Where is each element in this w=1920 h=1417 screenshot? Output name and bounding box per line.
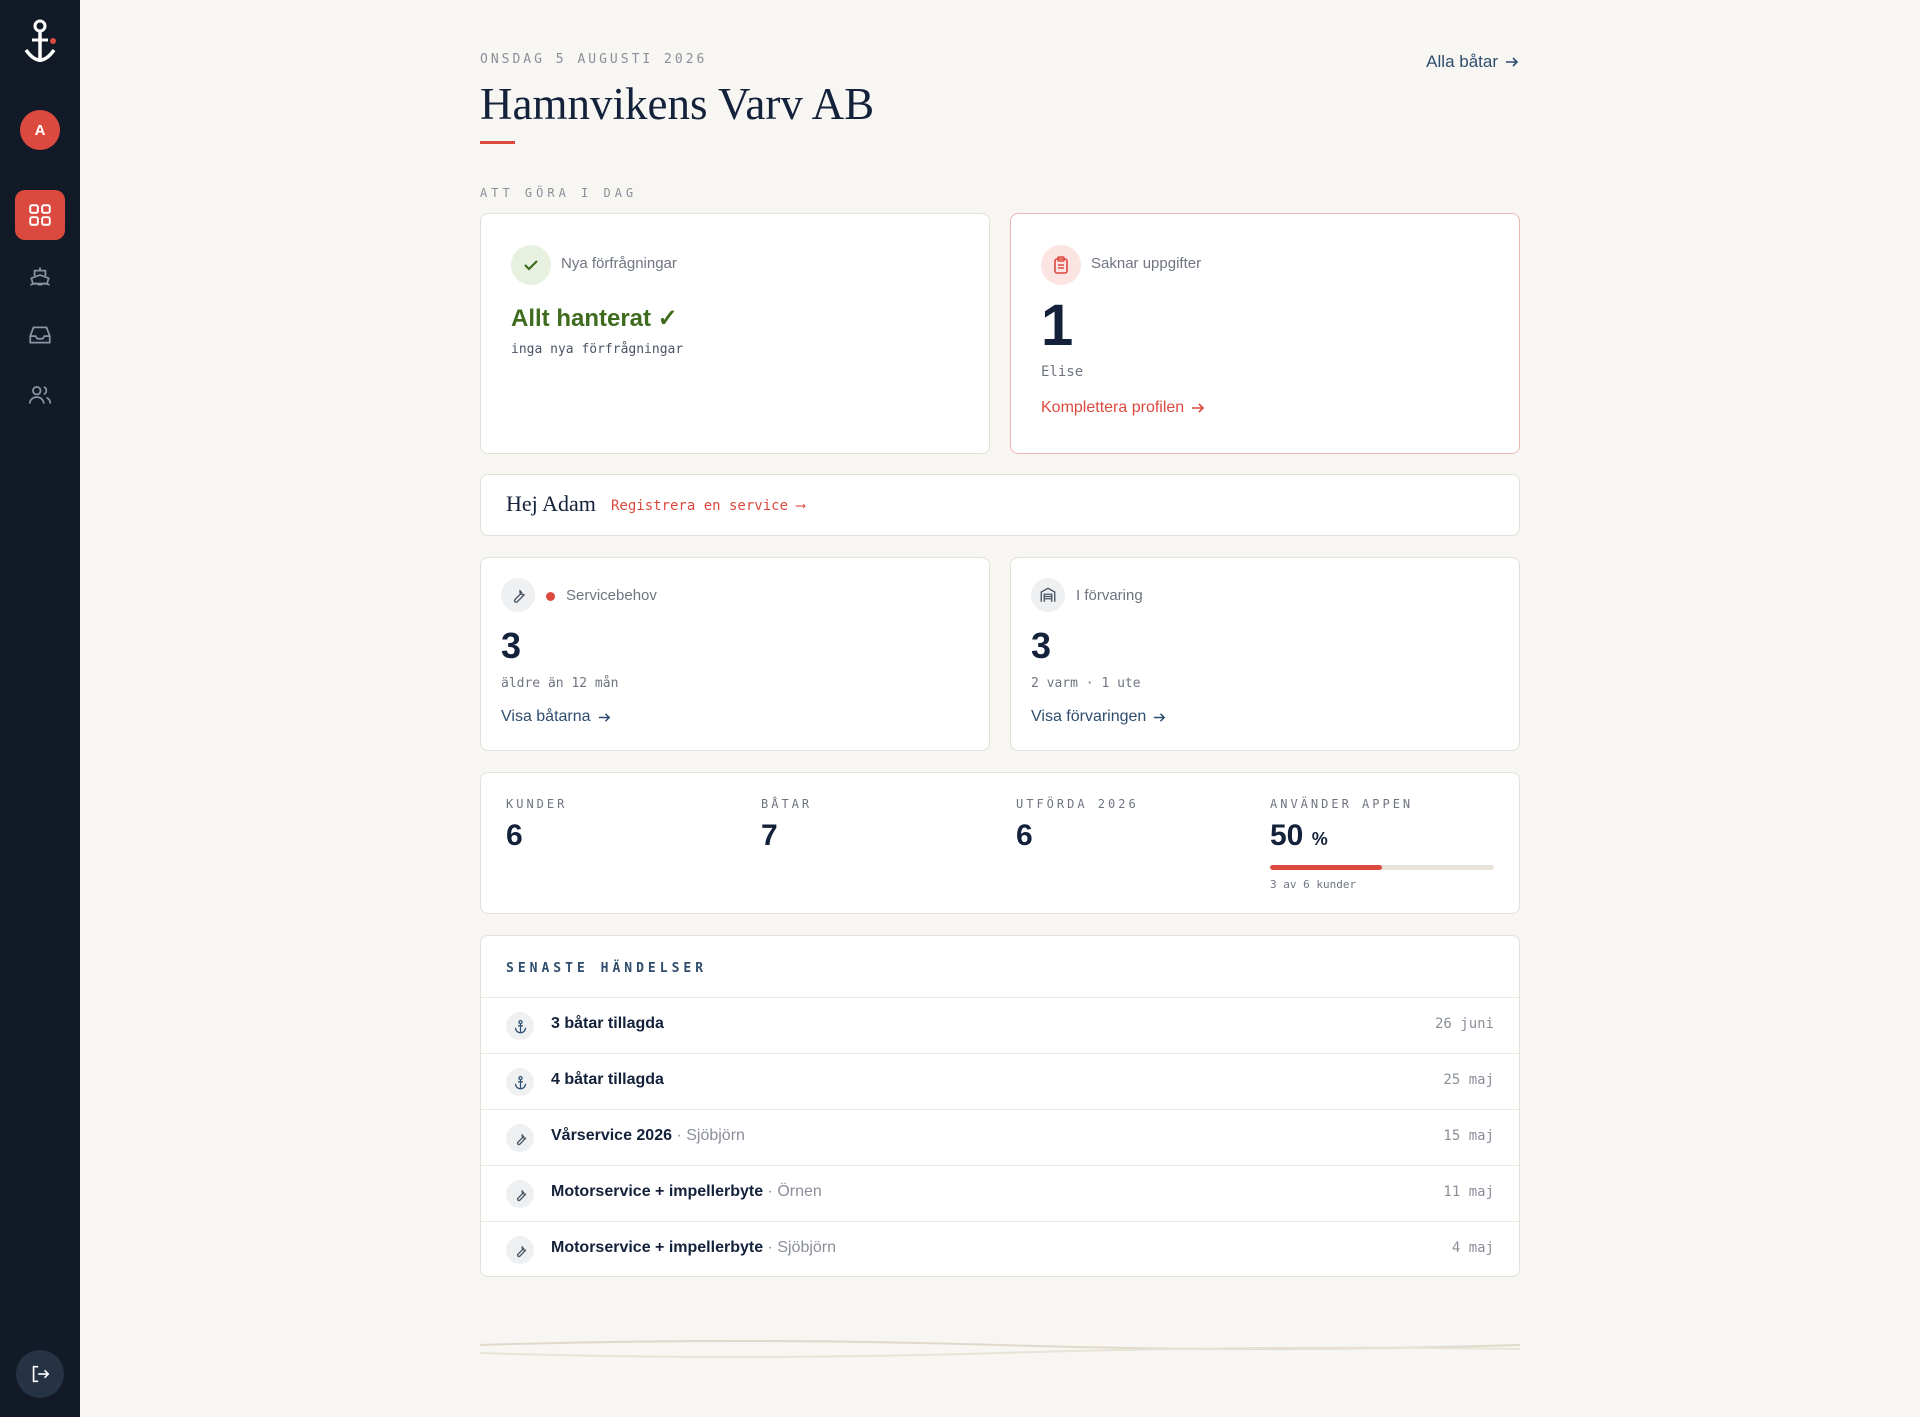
event-row[interactable]: Motorservice + impellerbyte · Örnen 11 ma… <box>481 1165 1519 1221</box>
customers-label: KUNDER <box>506 797 568 811</box>
missing-info-label: Saknar uppgifter <box>1091 255 1202 272</box>
warehouse-icon <box>1031 578 1065 612</box>
requests-status: Allt hanterat ✓ <box>511 305 678 332</box>
title-underline <box>480 141 515 144</box>
event-title: Motorservice + impellerbyte <box>551 1239 764 1256</box>
event-text: 3 båtar tillagda <box>551 1015 664 1033</box>
event-row[interactable]: 4 båtar tillagda 25 maj <box>481 1053 1519 1109</box>
service-card: Servicebehov 3 äldre än 12 mån Visa båta… <box>480 557 990 751</box>
event-title: 3 båtar tillagda <box>551 1015 664 1032</box>
app-usage-progress-fill <box>1270 865 1382 870</box>
event-date: 11 maj <box>1443 1184 1494 1200</box>
check-icon <box>511 245 551 285</box>
arrow-right-icon <box>1192 403 1205 413</box>
wrench-icon <box>506 1236 534 1264</box>
greeting-bar: Hej Adam Registrera en service ⟶ <box>480 474 1520 536</box>
storage-sub: 2 varm · 1 ute <box>1031 676 1141 691</box>
app-usage-value: 50 % <box>1270 819 1328 853</box>
event-title: 4 båtar tillagda <box>551 1071 664 1088</box>
event-subtitle: · Örnen <box>767 1183 822 1200</box>
page-title: Hamnvikens Varv AB <box>480 79 875 129</box>
event-text: Motorservice + impellerbyte · Örnen <box>551 1183 822 1201</box>
sidebar-item-boats[interactable] <box>15 250 65 300</box>
requests-sub: inga nya förfrågningar <box>511 342 684 357</box>
all-boats-label: Alla båtar <box>1426 52 1498 71</box>
event-text: Vårservice 2026 · Sjöbjörn <box>551 1127 745 1145</box>
arrow-right-icon <box>1506 57 1519 67</box>
event-date: 25 maj <box>1443 1072 1494 1088</box>
app-usage-progress <box>1270 865 1494 870</box>
requests-label: Nya förfrågningar <box>561 255 677 272</box>
event-text: Motorservice + impellerbyte · Sjöbjörn <box>551 1239 836 1257</box>
wrench-icon <box>501 578 535 612</box>
logout-button[interactable] <box>16 1350 64 1398</box>
missing-info-count: 1 <box>1041 293 1074 358</box>
done-value: 6 <box>1016 819 1033 852</box>
done-label: UTFÖRDA 2026 <box>1016 797 1139 811</box>
event-subtitle: · Sjöbjörn <box>676 1127 745 1144</box>
missing-info-name: Elise <box>1041 364 1084 380</box>
complete-profile-link[interactable]: Komplettera profilen <box>1041 399 1206 417</box>
boats-value: 7 <box>761 819 778 852</box>
show-boats-link[interactable]: Visa båtarna <box>501 708 612 726</box>
boat-icon <box>30 267 50 286</box>
app-usage-label: ANVÄNDER APPEN <box>1270 797 1414 811</box>
missing-info-card: Saknar uppgifter 1 Elise Komplettera pro… <box>1010 213 1520 454</box>
event-row[interactable]: Vårservice 2026 · Sjöbjörn 15 maj <box>481 1109 1519 1165</box>
users-icon <box>28 386 52 404</box>
requests-card: Nya förfrågningar Allt hanterat ✓ inga n… <box>480 213 990 454</box>
wrench-icon <box>506 1180 534 1208</box>
boats-label: BÅTAR <box>761 797 813 811</box>
events-title: SENASTE HÄNDELSER <box>506 961 708 976</box>
event-title: Motorservice + impellerbyte <box>551 1183 764 1200</box>
anchor-icon <box>506 1012 534 1040</box>
app-usage-number: 50 <box>1270 819 1304 852</box>
avatar[interactable]: A <box>20 110 60 150</box>
storage-label: I förvaring <box>1076 587 1143 604</box>
storage-card: I förvaring 3 2 varm · 1 ute Visa förvar… <box>1010 557 1520 751</box>
arrow-right-icon <box>598 712 610 722</box>
sidebar: A <box>0 0 80 1417</box>
event-date: 15 maj <box>1443 1128 1494 1144</box>
app-usage-unit: % <box>1311 829 1328 849</box>
inbox-icon <box>29 326 51 344</box>
customers-value: 6 <box>506 819 523 852</box>
show-storage-link[interactable]: Visa förvaringen <box>1031 708 1167 726</box>
sidebar-item-dashboard[interactable] <box>15 190 65 240</box>
arrow-right-icon <box>1154 712 1166 722</box>
sidebar-item-inbox[interactable] <box>15 310 65 360</box>
sidebar-item-users[interactable] <box>15 370 65 420</box>
anchor-logo-icon[interactable] <box>20 18 60 68</box>
stats-card: KUNDER 6 BÅTAR 7 UTFÖRDA 2026 6 ANVÄNDER… <box>480 772 1520 914</box>
events-card: SENASTE HÄNDELSER 3 båtar tillagda 26 ju… <box>480 935 1520 1277</box>
clipboard-icon <box>1041 245 1081 285</box>
todo-section-label: ATT GÖRA I DAG <box>480 186 638 200</box>
wrench-icon <box>506 1124 534 1152</box>
service-sub: äldre än 12 mån <box>501 676 619 691</box>
event-subtitle: · Sjöbjörn <box>767 1239 837 1256</box>
service-count: 3 <box>501 625 522 666</box>
storage-count: 3 <box>1031 625 1052 666</box>
wave-decoration <box>480 1340 1520 1358</box>
current-date: ONSDAG 5 AUGUSTI 2026 <box>480 52 708 67</box>
all-boats-link[interactable]: Alla båtar <box>1426 52 1520 72</box>
complete-profile-label: Komplettera profilen <box>1041 399 1185 416</box>
show-boats-label: Visa båtarna <box>501 708 591 725</box>
dashboard-grid-icon <box>29 204 51 226</box>
show-storage-label: Visa förvaringen <box>1031 708 1147 725</box>
logout-icon <box>32 1365 50 1383</box>
event-title: Vårservice 2026 <box>551 1127 672 1144</box>
app-usage-sub: 3 av 6 kunder <box>1270 878 1357 891</box>
anchor-icon <box>506 1068 534 1096</box>
event-text: 4 båtar tillagda <box>551 1071 664 1089</box>
service-label: Servicebehov <box>566 587 657 604</box>
event-date: 26 juni <box>1434 1016 1494 1032</box>
status-dot <box>546 592 555 601</box>
register-service-link[interactable]: Registrera en service ⟶ <box>611 498 805 514</box>
event-date: 4 maj <box>1451 1240 1494 1256</box>
event-row[interactable]: Motorservice + impellerbyte · Sjöbjörn 4 … <box>481 1221 1519 1276</box>
event-row[interactable]: 3 båtar tillagda 26 juni <box>481 997 1519 1053</box>
greeting-text: Hej Adam <box>506 491 596 516</box>
